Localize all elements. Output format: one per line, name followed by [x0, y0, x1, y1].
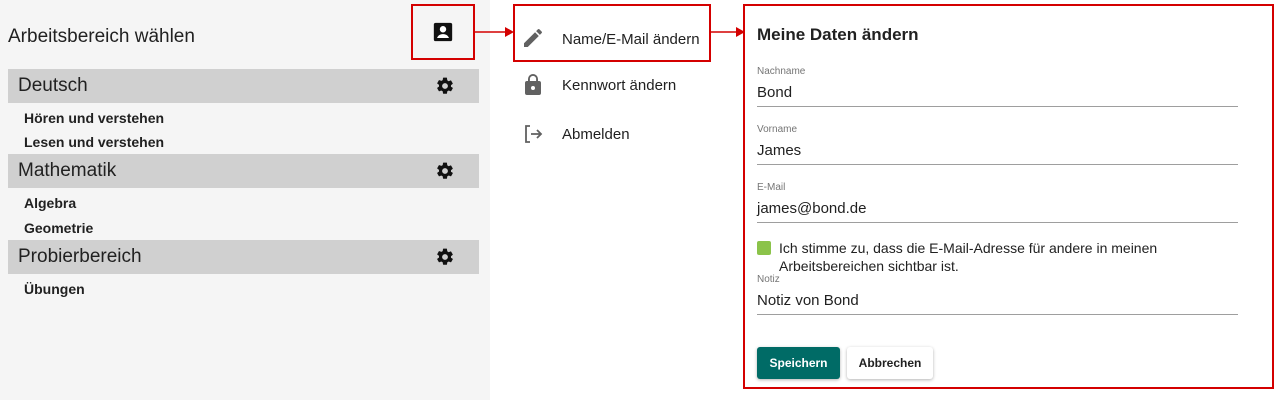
- workspace-item[interactable]: Geometrie: [24, 220, 93, 236]
- email-field[interactable]: E-Mail james@bond.de: [757, 182, 1238, 223]
- firstname-underline: [757, 164, 1238, 165]
- group-header-deutsch: Deutsch: [8, 69, 479, 103]
- lastname-label: Nachname: [757, 66, 806, 77]
- cancel-button[interactable]: Abbrechen: [847, 347, 933, 379]
- note-field[interactable]: Notiz Notiz von Bond: [757, 274, 1238, 315]
- menu-item-label: Name/E-Mail ändern: [562, 31, 700, 48]
- note-underline: [757, 314, 1238, 315]
- menu-item-edit-name[interactable]: Name/E-Mail ändern: [513, 4, 711, 62]
- menu-item-label: Abmelden: [562, 126, 630, 143]
- gear-icon[interactable]: [435, 76, 455, 96]
- group-header-mathematik: Mathematik: [8, 154, 479, 188]
- account-button[interactable]: [411, 4, 475, 60]
- note-input[interactable]: Notiz von Bond: [757, 286, 1238, 314]
- workspace-panel: Arbeitsbereich wählen Deutsch Hören und …: [0, 0, 490, 400]
- email-label: E-Mail: [757, 182, 786, 193]
- consent-label[interactable]: Ich stimme zu, dass die E-Mail-Adresse f…: [779, 239, 1179, 275]
- firstname-input[interactable]: James: [757, 136, 1238, 164]
- workspace-item[interactable]: Algebra: [24, 195, 76, 211]
- menu-item-logout[interactable]: Abmelden: [513, 106, 711, 164]
- lastname-input[interactable]: Bond: [757, 78, 1238, 106]
- group-title: Probierbereich: [18, 246, 142, 267]
- workspace-title: Arbeitsbereich wählen: [8, 26, 195, 47]
- lastname-underline: [757, 106, 1238, 107]
- consent-checkbox[interactable]: [757, 241, 771, 255]
- lastname-field[interactable]: Nachname Bond: [757, 66, 1238, 107]
- group-title: Mathematik: [18, 160, 117, 181]
- group-title: Deutsch: [18, 75, 88, 96]
- logout-icon: [525, 125, 543, 143]
- workspace-item[interactable]: Lesen und verstehen: [24, 134, 164, 150]
- edit-data-panel: Meine Daten ändern Nachname Bond Vorname…: [743, 4, 1274, 389]
- annotation-arrow: [475, 27, 514, 37]
- firstname-field[interactable]: Vorname James: [757, 124, 1238, 165]
- email-input[interactable]: james@bond.de: [757, 194, 1238, 222]
- note-label: Notiz: [757, 274, 780, 285]
- panel-title: Meine Daten ändern: [757, 25, 919, 44]
- gear-icon[interactable]: [435, 161, 455, 181]
- group-header-probierbereich: Probierbereich: [8, 240, 479, 274]
- firstname-label: Vorname: [757, 124, 798, 135]
- workspace-item[interactable]: Hören und verstehen: [24, 110, 164, 126]
- pencil-icon: [524, 28, 543, 47]
- menu-item-label: Kennwort ändern: [562, 77, 677, 94]
- contact-card-icon: [433, 22, 453, 42]
- save-button[interactable]: Speichern: [757, 347, 840, 379]
- email-underline: [757, 222, 1238, 223]
- gear-icon[interactable]: [435, 247, 455, 267]
- annotation-arrow: [710, 27, 745, 37]
- workspace-item[interactable]: Übungen: [24, 281, 85, 297]
- lock-icon: [525, 74, 541, 95]
